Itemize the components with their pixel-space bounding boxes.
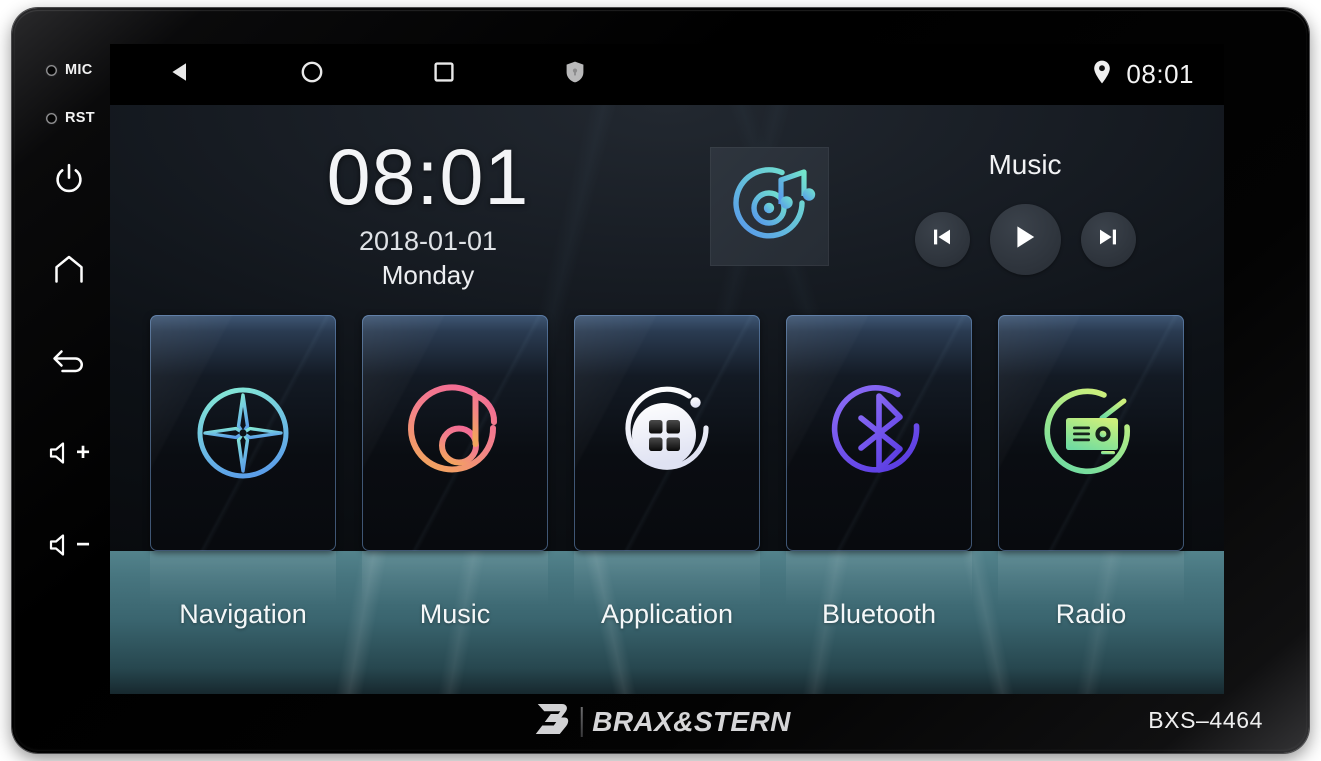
bluetooth-icon (828, 382, 930, 484)
square-recents-icon (431, 59, 457, 90)
tile-label-music: Music (419, 599, 491, 629)
play-icon (1010, 222, 1040, 257)
volume-up-icon: + (48, 441, 90, 465)
music-note-icon (404, 382, 506, 484)
back-arrow-icon (51, 348, 87, 376)
b-logo-icon (530, 702, 570, 741)
mic-indicator: MIC (46, 62, 92, 78)
status-bar-right: 08:01 (1092, 44, 1194, 105)
reset-hole-icon[interactable] (46, 112, 57, 124)
tile-label-navigation: Navigation (179, 599, 307, 629)
volume-up-sign: + (75, 439, 90, 466)
triangle-back-icon (168, 59, 194, 90)
tile-label-radio: Radio (1055, 599, 1127, 629)
circle-home-icon (299, 59, 325, 90)
brand-logo: BRAX&STERN (530, 702, 790, 741)
volume-down-button[interactable]: − (40, 522, 98, 568)
tile-label-bluetooth: Bluetooth (821, 599, 937, 629)
tile-navigation[interactable] (150, 315, 336, 551)
tile-label-application: Application (600, 599, 734, 629)
home-icon (52, 254, 86, 284)
power-icon (54, 163, 84, 195)
android-status-bar: 08:01 (110, 44, 1224, 105)
music-play-button[interactable] (989, 204, 1061, 275)
tile-application[interactable] (574, 315, 760, 551)
music-widget: Music (700, 139, 1180, 319)
music-widget-title: Music (988, 149, 1062, 180)
power-button[interactable] (40, 156, 98, 202)
mic-hole-icon (46, 64, 57, 76)
clock-widget[interactable]: 08:01 2018-01-01 Monday (268, 132, 588, 291)
nav-back-button[interactable] (158, 52, 204, 98)
music-next-button[interactable] (1080, 212, 1136, 267)
tile-label-strip: Navigation Music Application Bluetooth R… (110, 551, 1224, 694)
compass-icon (192, 382, 294, 484)
status-bar-clock: 08:01 (1126, 59, 1194, 89)
disc-music-note-icon (724, 158, 816, 255)
nav-security-button[interactable] (552, 52, 598, 98)
shield-icon (564, 60, 586, 89)
hardware-key-column: MIC RST + − (40, 46, 118, 606)
tile-bluetooth[interactable] (786, 315, 972, 551)
reset-indicator[interactable]: RST (46, 110, 95, 126)
skip-next-icon (1096, 225, 1120, 254)
home-screen: 08:01 2018-01-01 Monday Music Navigation… (110, 105, 1224, 694)
clock-weekday: Monday (381, 260, 475, 291)
android-nav-keys (158, 44, 638, 105)
location-pin-icon (1092, 59, 1112, 90)
radio-icon (1040, 382, 1142, 484)
tile-music[interactable] (362, 315, 548, 551)
tile-labels: Navigation Music Application Bluetooth R… (150, 599, 1184, 630)
brand-name: BRAX&STERN (592, 705, 791, 737)
music-transport-controls (890, 204, 1160, 275)
album-art[interactable] (710, 147, 829, 266)
touchscreen[interactable]: 08:01 08:01 2018-01-01 Monday Music Navi… (110, 44, 1224, 694)
model-number: BXS–4464 (1148, 707, 1263, 733)
music-previous-button[interactable] (914, 212, 970, 267)
tile-radio[interactable] (998, 315, 1184, 551)
head-unit-device: MIC RST + − 08:01 08:01 2018-01-01 Monda… (12, 8, 1309, 753)
bottom-bezel: BRAX&STERN BXS–4464 (12, 694, 1309, 753)
volume-down-icon: − (48, 533, 90, 557)
app-tile-row (150, 315, 1184, 551)
mic-label: MIC (65, 62, 93, 78)
app-grid-icon (615, 381, 719, 485)
nav-home-button[interactable] (289, 52, 335, 98)
back-button[interactable] (40, 339, 98, 385)
reset-label: RST (65, 110, 95, 126)
clock-date: 2018-01-01 (358, 226, 498, 257)
brand-divider (580, 706, 583, 737)
volume-up-button[interactable]: + (40, 430, 98, 476)
clock-time: 08:01 (326, 132, 530, 221)
nav-recents-button[interactable] (421, 52, 467, 98)
home-button[interactable] (40, 246, 98, 292)
skip-previous-icon (930, 225, 954, 254)
volume-down-sign: − (75, 531, 90, 558)
